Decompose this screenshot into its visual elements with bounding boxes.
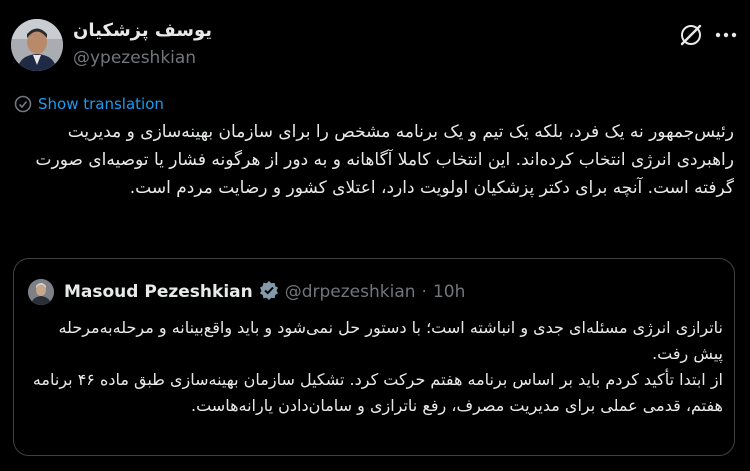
- more-dots-icon[interactable]: [712, 24, 740, 46]
- quoted-timestamp[interactable]: 10h: [433, 282, 465, 302]
- tweet-text: رئیس‌جمهور نه یک فرد، بلکه یک تیم و یک ب…: [35, 122, 734, 198]
- grok-icon[interactable]: [678, 22, 704, 48]
- separator-dot: ·: [421, 282, 427, 302]
- quoted-paragraph-2: از ابتدا تأکید کردم باید بر اساس برنامه …: [32, 370, 723, 415]
- quoted-author-handle[interactable]: @drpezeshkian: [285, 282, 416, 302]
- author-handle[interactable]: @ypezeshkian: [73, 48, 196, 68]
- quoted-text: ناترازی انرژی مسئله‌ای جدی و انباشته است…: [28, 315, 723, 419]
- quoted-author-avatar[interactable]: [28, 279, 54, 305]
- author-name[interactable]: یوسف پزشکیان: [73, 20, 212, 41]
- show-translation-label[interactable]: Show translation: [38, 95, 164, 113]
- show-translation-link[interactable]: Show translation: [14, 95, 164, 113]
- quoted-tweet[interactable]: Masoud Pezeshkian @drpezeshkian · 10h نا…: [13, 258, 735, 456]
- verified-badge-icon: [259, 280, 279, 304]
- translate-icon: [14, 95, 32, 113]
- quoted-header: Masoud Pezeshkian @drpezeshkian · 10h: [64, 280, 465, 304]
- quoted-paragraph-1: ناترازی انرژی مسئله‌ای جدی و انباشته است…: [58, 318, 723, 363]
- quoted-author-name[interactable]: Masoud Pezeshkian: [64, 282, 253, 302]
- author-avatar[interactable]: [11, 19, 63, 71]
